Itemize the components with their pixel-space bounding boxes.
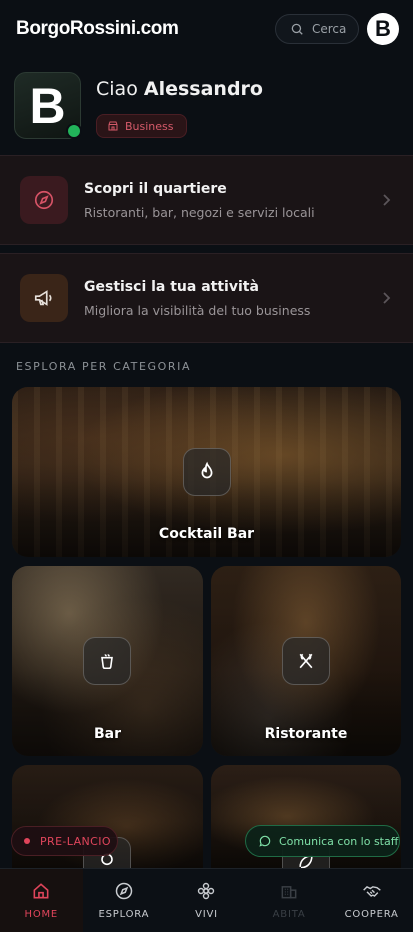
card-subtitle: Migliora la visibilità del tuo business (84, 302, 311, 318)
online-status-dot (66, 123, 82, 139)
profile-section: B Ciao Alessandro Business (14, 72, 399, 144)
nav-item-esplora[interactable]: ESPLORA (83, 869, 166, 932)
utensils-icon (299, 653, 313, 669)
search-icon (291, 23, 303, 35)
nav-item-vivi[interactable]: VIVI (165, 869, 248, 932)
building-icon (281, 886, 297, 899)
category-label: Bar (93, 726, 122, 742)
brand-logo[interactable]: BorgoRossini.com (16, 18, 275, 40)
handshake-icon (362, 885, 381, 897)
user-name: Alessandro (143, 78, 263, 100)
nav-label: HOME (24, 909, 59, 920)
manage-business-card[interactable]: Gestisci la tua attività Migliora la vis… (0, 253, 413, 343)
category-label: Ristorante (264, 726, 348, 742)
nav-item-coopera[interactable]: COOPERA (330, 869, 413, 932)
category-tile-cocktail-bar[interactable]: Cocktail Bar (12, 387, 401, 557)
nav-label: ABITA (272, 909, 306, 920)
nav-item-abita[interactable]: ABITA (248, 869, 331, 932)
compass-icon (115, 882, 133, 900)
card-title: Gestisci la tua attività (84, 278, 259, 295)
status-dot (24, 838, 30, 844)
category-icon-box (282, 637, 330, 685)
store-icon (108, 121, 118, 131)
badge-label: Business (125, 119, 174, 133)
greeting-word: Ciao (96, 78, 138, 100)
compass-icon (34, 190, 54, 210)
discover-neighborhood-card[interactable]: Scopri il quartiere Ristoranti, bar, neg… (0, 155, 413, 245)
card-icon-box (20, 176, 68, 224)
contact-staff-button[interactable]: Comunica con lo staff (245, 825, 400, 857)
category-icon-box (183, 448, 231, 496)
contact-staff-label: Comunica con lo staff (279, 834, 399, 848)
category-icon-box (83, 637, 131, 685)
cup-icon (101, 654, 113, 670)
category-label: Cocktail Bar (158, 526, 255, 542)
chevron-right-icon (383, 194, 391, 206)
card-title: Scopri il quartiere (84, 180, 227, 197)
chat-bubble-icon (259, 835, 271, 847)
nav-item-home[interactable]: HOME (0, 869, 83, 932)
flower-icon (198, 882, 215, 900)
card-icon-box (20, 274, 68, 322)
nav-label: COOPERA (344, 909, 399, 920)
category-tile-ristorante[interactable]: Ristorante (211, 566, 401, 756)
section-title: ESPLORA PER CATEGORIA (16, 360, 192, 373)
card-subtitle: Ristoranti, bar, negozi e servizi locali (84, 204, 315, 220)
top-bar: BorgoRossini.com Cerca B (0, 0, 413, 58)
prelaunch-label: PRE-LANCIO (40, 834, 111, 848)
bottom-nav: HOME ESPLORA VIVI ABITA COOPERA (0, 868, 413, 932)
category-tile-bar[interactable]: Bar (12, 566, 203, 756)
business-badge[interactable]: Business (96, 114, 187, 138)
megaphone-icon (34, 290, 52, 306)
flame-icon (201, 461, 213, 479)
greeting: Ciao Alessandro (96, 78, 263, 100)
search-label: Cerca (312, 22, 347, 36)
prelaunch-badge[interactable]: PRE-LANCIO (11, 826, 118, 856)
user-avatar-button[interactable]: B (367, 13, 399, 45)
nav-label: VIVI (195, 909, 218, 920)
chevron-right-icon (383, 292, 391, 304)
home-icon (33, 883, 49, 899)
search-button[interactable]: Cerca (275, 14, 359, 44)
nav-label: ESPLORA (98, 909, 150, 920)
